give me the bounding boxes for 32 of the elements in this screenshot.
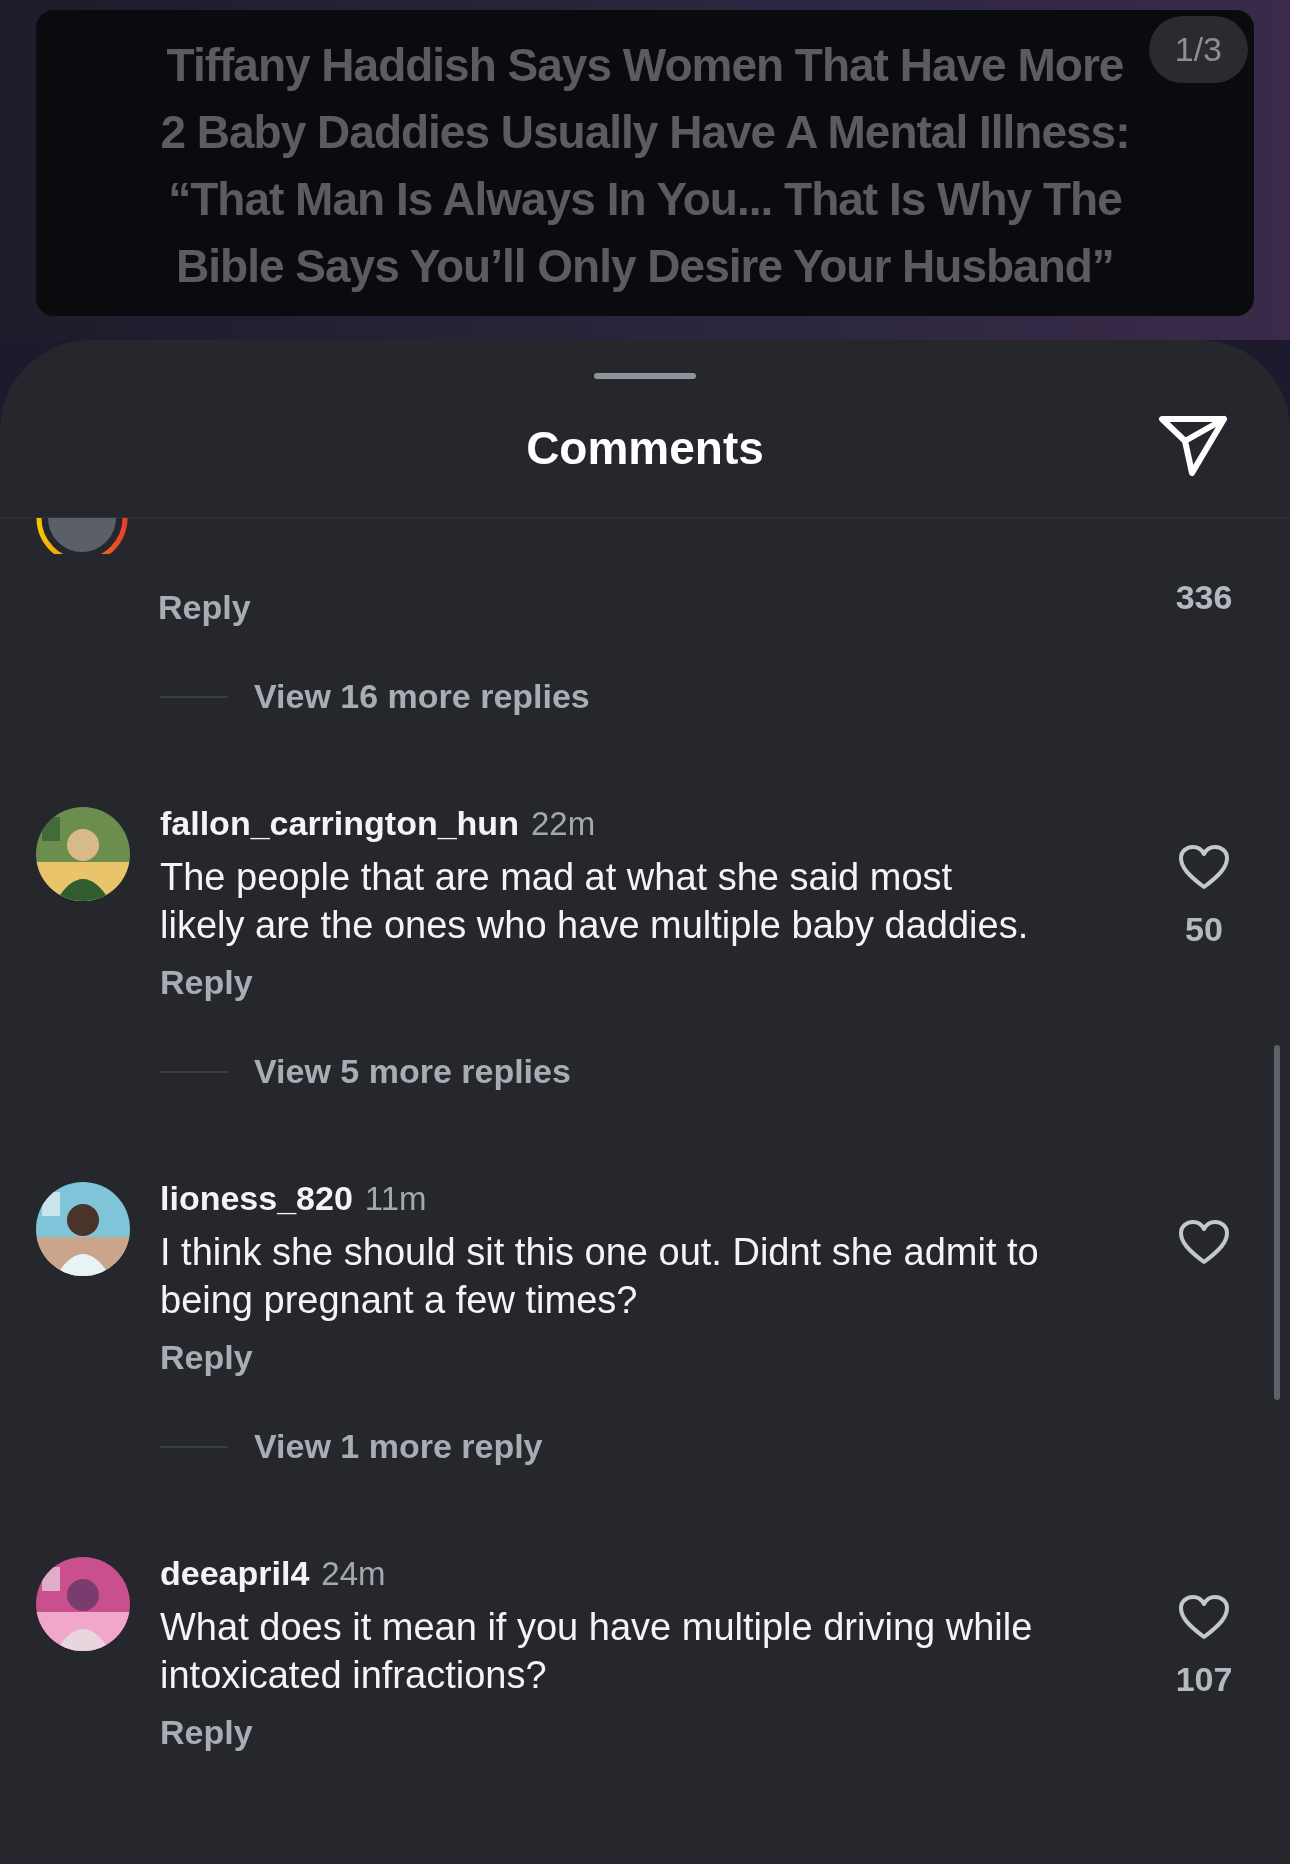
heart-icon[interactable] xyxy=(1178,1594,1230,1640)
avatar-ring[interactable] xyxy=(36,518,128,554)
scrollbar[interactable] xyxy=(1274,1045,1280,1400)
sheet-title: Comments xyxy=(526,421,764,475)
like-count: 107 xyxy=(1175,1660,1233,1699)
view-replies-link[interactable]: View 5 more replies xyxy=(254,1052,571,1091)
comment-time: 24m xyxy=(321,1555,386,1593)
drag-handle[interactable] xyxy=(594,373,696,379)
send-icon[interactable] xyxy=(1158,415,1228,477)
username[interactable]: lioness_820 xyxy=(160,1179,353,1218)
comment-text: What does it mean if you have multiple driving while intoxicated infractions? xyxy=(160,1605,1034,1698)
caption-text: 2 Baby Daddies Usually Have A Mental Illness: xyxy=(160,105,1130,160)
view-replies-link[interactable]: View 16 more replies xyxy=(254,677,590,716)
like-count: 50 xyxy=(1185,910,1223,949)
caption-text: “That Man Is Always In You... That Is Why The xyxy=(168,172,1122,227)
username[interactable]: fallon_carrington_hun xyxy=(160,804,519,843)
heart-icon[interactable] xyxy=(1178,1219,1230,1265)
reply-link[interactable]: Reply xyxy=(160,1713,253,1751)
page-indicator: 1/3 xyxy=(1148,16,1248,83)
caption-text: Tiffany Haddish Says Women That Have More xyxy=(166,38,1124,93)
comment-time: 22m xyxy=(530,805,596,843)
reply-link[interactable]: Reply xyxy=(158,588,251,626)
view-replies-link[interactable]: View 1 more reply xyxy=(254,1427,543,1466)
comment-text: I think she should sit this one out. Didnt she admit to being pregnant a few times? xyxy=(160,1230,1040,1323)
like-count: 336 xyxy=(1175,578,1233,617)
reply-link[interactable]: Reply xyxy=(160,1338,253,1376)
comment-text: The people that are mad at what she said most likely are the ones who have multiple baby daddies. xyxy=(160,855,1030,948)
reply-link[interactable]: Reply xyxy=(160,963,253,1001)
caption-text: Bible Says You’ll Only Desire Your Husband” xyxy=(176,239,1114,294)
heart-icon[interactable] xyxy=(1178,844,1230,890)
comment-time: 11m xyxy=(364,1180,427,1218)
username[interactable]: deeapril4 xyxy=(160,1554,310,1593)
